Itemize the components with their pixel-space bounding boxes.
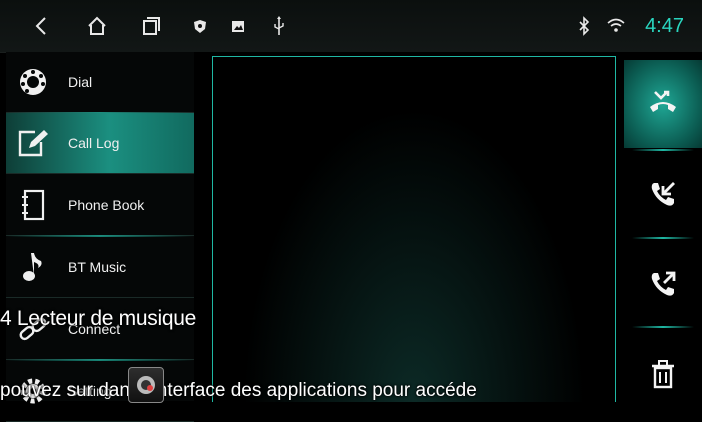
outgoing-call-icon bbox=[648, 269, 678, 304]
status-bar: 4:47 bbox=[0, 0, 702, 53]
phone-book-icon bbox=[16, 188, 50, 222]
incoming-calls-button[interactable] bbox=[624, 152, 702, 240]
music-note-icon bbox=[16, 250, 50, 284]
home-icon[interactable] bbox=[86, 15, 108, 42]
sidebar-item-call-log[interactable]: Call Log bbox=[6, 113, 194, 174]
call-filter-bar bbox=[624, 52, 702, 401]
music-app-icon bbox=[128, 367, 164, 403]
back-icon[interactable] bbox=[34, 15, 48, 42]
bluetooth-icon bbox=[577, 15, 591, 42]
dial-icon bbox=[16, 65, 50, 99]
image-icon bbox=[231, 15, 245, 42]
sidebar-item-dial[interactable]: Dial bbox=[6, 52, 194, 113]
shield-icon bbox=[193, 15, 207, 42]
status-clock: 4:47 bbox=[645, 15, 684, 37]
missed-call-icon bbox=[647, 89, 679, 120]
divider bbox=[632, 149, 694, 151]
sidebar-item-label: Call Log bbox=[68, 135, 120, 151]
overlay-heading: 4 Lecteur de musique bbox=[0, 307, 196, 330]
overlay-caption: pouvez sur dans l'interface des applicat… bbox=[0, 380, 477, 401]
incoming-call-icon bbox=[648, 179, 678, 214]
wifi-icon bbox=[606, 15, 626, 42]
divider bbox=[632, 326, 694, 328]
missed-calls-button[interactable] bbox=[624, 60, 702, 148]
sidebar-item-label: Dial bbox=[68, 74, 93, 90]
sidebar-item-label: BT Music bbox=[68, 259, 127, 275]
sidebar-item-phone-book[interactable]: Phone Book bbox=[6, 175, 194, 236]
call-log-panel bbox=[194, 52, 624, 402]
delete-button[interactable] bbox=[624, 332, 702, 420]
call-log-icon bbox=[16, 126, 50, 160]
outgoing-calls-button[interactable] bbox=[624, 242, 702, 330]
sidebar-item-bt-music[interactable]: BT Music bbox=[6, 237, 194, 298]
sidebar-item-label: Phone Book bbox=[68, 197, 145, 213]
divider bbox=[632, 237, 694, 239]
recent-apps-icon[interactable] bbox=[141, 15, 161, 42]
call-log-list[interactable] bbox=[212, 56, 616, 402]
usb-icon bbox=[273, 15, 285, 42]
sidebar: Dial Call Log Phone Book BT Music Connec… bbox=[6, 52, 194, 422]
